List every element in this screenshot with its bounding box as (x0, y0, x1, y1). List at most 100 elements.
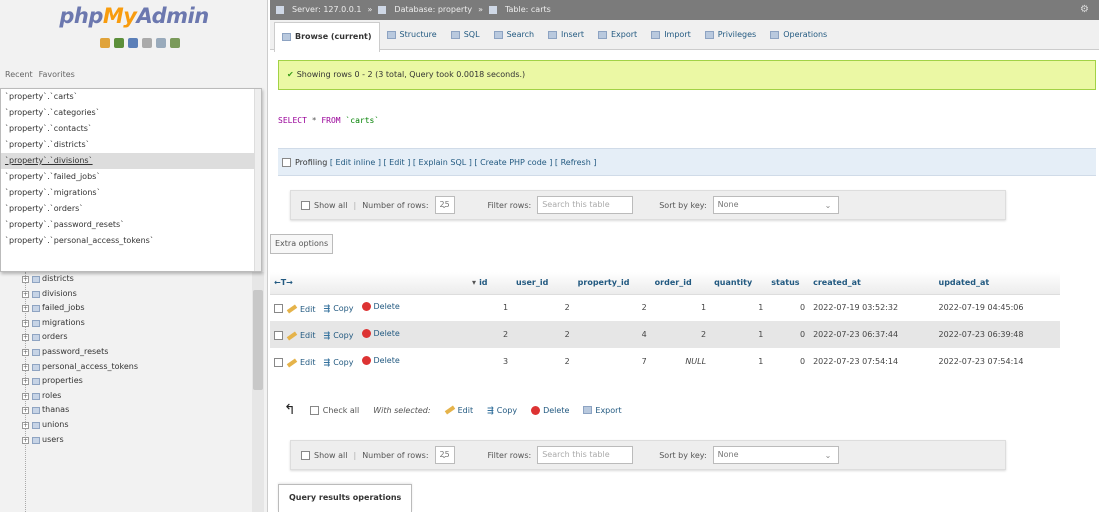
tab-export[interactable]: Export (591, 22, 644, 48)
tab-operations[interactable]: Operations (763, 22, 834, 48)
query-results-operations-tab[interactable]: Query results operations (278, 484, 413, 512)
sort-by-key-select[interactable]: None (712, 446, 839, 464)
delete-link[interactable]: Delete (361, 355, 400, 365)
expand-icon[interactable]: + (22, 319, 29, 327)
recent-table-item[interactable]: `property`.`categories` (1, 105, 261, 121)
column-header-updated-at[interactable]: updated_at (934, 272, 1060, 295)
tree-table-item[interactable]: + failed_jobs (0, 301, 250, 316)
expand-icon[interactable]: + (22, 305, 29, 313)
tab-browse[interactable]: Browse (current) (274, 21, 380, 52)
copy-link[interactable]: ⇶ Copy (324, 331, 354, 340)
tree-table-item[interactable]: + roles (0, 389, 250, 404)
tree-table-name[interactable]: users (42, 435, 64, 444)
edit-link[interactable]: Edit (286, 358, 316, 368)
phpmyadmin-logo[interactable]: phpMyAdmin (0, 4, 268, 28)
tab-favorites[interactable]: Favorites (38, 70, 76, 79)
expand-icon[interactable]: + (22, 378, 29, 386)
delete-link[interactable]: Delete (361, 302, 400, 311)
recent-scrollbar[interactable] (254, 89, 261, 271)
column-header-user-id[interactable]: user_id (512, 272, 574, 295)
show-all-checkbox[interactable] (301, 450, 310, 460)
table-cell[interactable]: 2022-07-19 04:45:06 (934, 294, 1060, 321)
breadcrumb-server[interactable]: Server: 127.0.0.1 (292, 0, 362, 20)
expand-icon[interactable]: + (22, 290, 29, 298)
tree-table-name[interactable]: divisions (42, 289, 77, 298)
tree-table-name[interactable]: password_resets (42, 347, 108, 356)
row-checkbox[interactable] (274, 304, 283, 313)
column-header-id[interactable]: ▾ id (468, 272, 513, 295)
tab-sql[interactable]: SQL (444, 22, 487, 48)
tree-table-item[interactable]: + properties (0, 374, 250, 389)
table-cell[interactable]: 0 (767, 348, 810, 375)
table-cell[interactable]: 2 (573, 294, 651, 321)
edit-link[interactable]: Edit (286, 304, 316, 314)
column-header-property-id[interactable]: property_id (573, 272, 651, 295)
column-header-order-id[interactable]: order_id (650, 272, 711, 295)
table-row[interactable]: Edit ⇶ Copy Delete 3 2 7 NULL 1 0 2022-07-23 07:54… (270, 348, 1060, 375)
table-cell[interactable]: 7 (573, 348, 651, 375)
expand-icon[interactable]: + (22, 334, 29, 342)
table-cell[interactable]: 1 (710, 321, 768, 348)
tree-table-item[interactable]: + users (0, 433, 250, 448)
table-cell[interactable]: 2022-07-19 03:52:32 (809, 294, 935, 321)
table-cell[interactable]: 4 (573, 321, 651, 348)
bulk-copy-button[interactable]: ⇶ Copy (487, 406, 517, 415)
docs-icon[interactable] (142, 38, 152, 48)
recent-table-item[interactable]: `property`.`orders` (1, 201, 261, 217)
bulk-edit-button[interactable]: Edit (444, 405, 473, 415)
settings-icon[interactable] (156, 38, 166, 48)
recent-table-item[interactable]: `property`.`districts` (1, 137, 261, 153)
sidebar-scrollbar-thumb[interactable] (253, 290, 263, 390)
show-all-checkbox[interactable] (301, 200, 310, 210)
tree-table-item[interactable]: + districts (0, 272, 250, 287)
table-row[interactable]: Edit ⇶ Copy Delete 1 2 2 1 1 0 2022-07-19 03:52:32… (270, 294, 1060, 321)
copy-link[interactable]: ⇶ Copy (324, 304, 354, 313)
tree-table-name[interactable]: migrations (42, 318, 85, 327)
table-cell[interactable]: 1 (650, 294, 711, 321)
exit-icon[interactable] (114, 38, 124, 48)
table-cell[interactable]: 2 (512, 321, 574, 348)
table-cell[interactable]: 2 (650, 321, 711, 348)
table-cell[interactable]: 2022-07-23 06:39:48 (934, 321, 1060, 348)
bulk-export-button[interactable]: Export (583, 406, 622, 415)
expand-icon[interactable]: + (22, 407, 29, 415)
tree-table-name[interactable]: districts (42, 274, 74, 283)
table-cell[interactable]: 3 (468, 348, 513, 375)
expand-icon[interactable]: + (22, 276, 29, 283)
breadcrumb-database[interactable]: Database: property (394, 0, 472, 20)
check-all-checkbox[interactable] (309, 405, 319, 415)
query-action-links[interactable]: [ Edit inline ] [ Edit ] [ Explain SQL ]… (330, 158, 597, 167)
reload-icon[interactable] (170, 38, 180, 48)
expand-icon[interactable]: + (22, 436, 29, 444)
filter-rows-input[interactable]: Search this table (537, 446, 634, 464)
table-cell[interactable]: 2 (512, 294, 574, 321)
row-checkbox[interactable] (274, 330, 283, 340)
tree-table-item[interactable]: + unions (0, 418, 250, 433)
recent-table-item[interactable]: `property`.`contacts` (1, 121, 261, 137)
extra-options-button[interactable]: Extra options (270, 234, 334, 254)
tree-table-item[interactable]: + migrations (0, 316, 250, 331)
tab-structure[interactable]: Structure (380, 22, 444, 48)
tab-insert[interactable]: Insert (541, 22, 591, 48)
copy-link[interactable]: ⇶ Copy (324, 358, 354, 367)
column-header-created-at[interactable]: created_at (809, 272, 935, 295)
table-cell[interactable]: 2022-07-23 06:37:44 (809, 321, 935, 348)
column-options-header[interactable]: ←T→ (270, 272, 469, 295)
tree-table-item[interactable]: + orders (0, 330, 250, 345)
tree-table-name[interactable]: thanas (42, 405, 69, 414)
home-icon[interactable] (100, 38, 110, 48)
tree-table-name[interactable]: orders (42, 332, 68, 341)
table-cell[interactable]: 0 (767, 321, 810, 348)
expand-icon[interactable]: + (22, 392, 29, 400)
expand-icon[interactable]: + (22, 421, 29, 429)
tree-table-name[interactable]: failed_jobs (42, 303, 85, 312)
table-row[interactable]: Edit ⇶ Copy Delete 2 2 4 2 1 0 2022-07-23 06:37:44… (270, 321, 1060, 348)
table-cell[interactable]: 1 (710, 294, 768, 321)
expand-icon[interactable]: + (22, 348, 29, 356)
column-header-quantity[interactable]: quantity (710, 272, 768, 295)
table-cell[interactable]: NULL (650, 348, 711, 375)
tab-recent[interactable]: Recent (4, 70, 34, 79)
table-cell[interactable]: 1 (710, 348, 768, 375)
tree-table-name[interactable]: roles (42, 391, 61, 400)
check-all-label[interactable]: Check all (323, 406, 360, 415)
